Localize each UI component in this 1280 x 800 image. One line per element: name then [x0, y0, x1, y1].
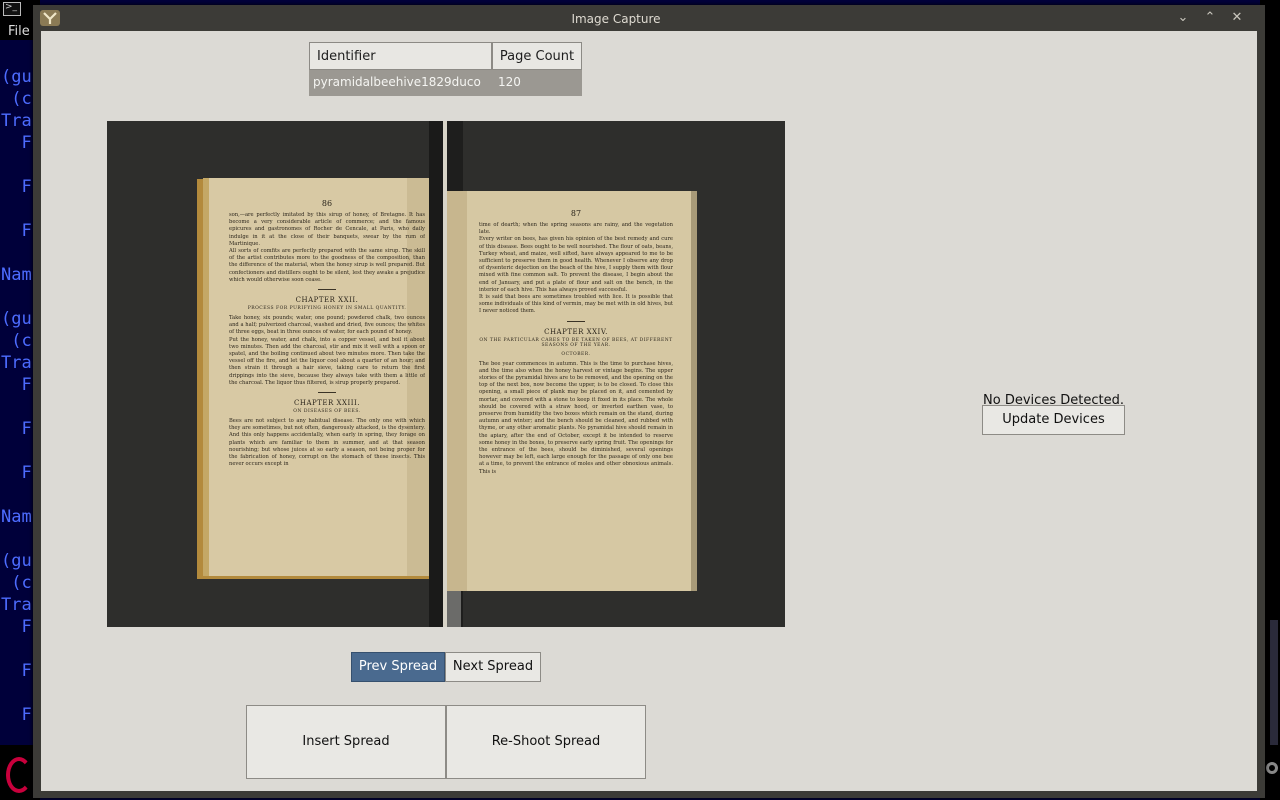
left-page-paragraph: Bees are not subject to any habitual dis…: [229, 418, 425, 468]
right-page-paragraph: The bee year commences in autumn. This i…: [479, 360, 673, 475]
left-page-paragraph: Put the honey, water, and chalk, into a …: [229, 336, 425, 386]
terminal-line: (gu: [1, 309, 32, 329]
spread-preview-image: 86 son,—are perfectly imitated by this s…: [107, 121, 785, 627]
debian-logo-icon[interactable]: [6, 757, 32, 793]
right-chapter-heading: CHAPTER XXIV.: [544, 327, 608, 336]
terminal-line: F: [1, 375, 32, 395]
image-capture-window: Image Capture ⌄ ⌃ ✕ Identifier Page Coun…: [33, 5, 1265, 798]
window-content: Identifier Page Count pyramidalbeehive18…: [41, 31, 1257, 791]
terminal-line: Nam: [1, 265, 32, 285]
right-chapter-subtitle: ON THE PARTICULAR CARES TO BE TAKEN OF B…: [479, 337, 673, 348]
terminal-line: Tra: [1, 353, 32, 373]
left-page-text: 86 son,—are perfectly imitated by this s…: [229, 199, 425, 571]
divider: [567, 320, 585, 322]
terminal-line: F: [1, 463, 32, 483]
window-titlebar[interactable]: Image Capture ⌄ ⌃ ✕: [33, 5, 1265, 31]
divider: [318, 392, 336, 394]
terminal-line: Tra: [1, 595, 32, 615]
tray-icon[interactable]: [1266, 762, 1278, 774]
insert-spread-button[interactable]: Insert Spread: [246, 705, 446, 779]
right-page-paragraph: Every writer on bees, has given his opin…: [479, 236, 673, 293]
terminal-line: F: [1, 221, 32, 241]
prev-spread-button[interactable]: Prev Spread: [351, 652, 445, 682]
right-page-number: 87: [570, 209, 582, 218]
terminal-line: F: [1, 617, 32, 637]
terminal-line: (c: [1, 573, 32, 593]
cell-identifier: pyramidalbeehive1829duco: [313, 75, 481, 89]
background-scrollbar: [1270, 620, 1278, 745]
column-header-page-count[interactable]: Page Count: [492, 42, 582, 70]
minimize-icon[interactable]: ⌄: [1173, 8, 1193, 28]
terminal-line: (gu: [1, 551, 32, 571]
window-title: Image Capture: [571, 12, 661, 26]
terminal-line: Tra: [1, 111, 32, 131]
right-season-heading: OCTOBER.: [561, 351, 591, 357]
divider: [318, 289, 336, 291]
left-chapter-heading: CHAPTER XXIII.: [294, 399, 360, 408]
spread-photo: [107, 121, 785, 627]
terminal-icon: >_: [3, 2, 21, 16]
right-page-paragraph: time of dearth; when the spring seasons …: [479, 222, 673, 236]
left-page-paragraph: Take honey, six pounds; water, one pound…: [229, 315, 425, 336]
left-page-paragraph: son,—are perfectly imitated by this siru…: [229, 212, 425, 247]
column-header-identifier[interactable]: Identifier: [309, 42, 492, 70]
terminal-line: F: [1, 419, 32, 439]
left-chapter-subtitle: PROCESS FOR PURIFYING HONEY IN SMALL QUA…: [247, 306, 407, 312]
terminal-line: (c: [1, 89, 32, 109]
terminal-line: F: [1, 705, 32, 725]
close-icon[interactable]: ✕: [1227, 8, 1247, 28]
maximize-icon[interactable]: ⌃: [1200, 8, 1220, 28]
reshoot-spread-button[interactable]: Re-Shoot Spread: [446, 705, 646, 779]
right-page-text: 87 time of dearth; when the spring seaso…: [479, 209, 673, 567]
left-page-paragraph: All sorts of comfits are perfectly prepa…: [229, 248, 425, 283]
right-page-paragraph: It is said that bees are sometimes troub…: [479, 294, 673, 315]
terminal-line: (c: [1, 331, 32, 351]
next-spread-button[interactable]: Next Spread: [445, 652, 541, 682]
terminal-line: Nam: [1, 507, 32, 527]
left-chapter-heading: CHAPTER XXII.: [295, 296, 359, 305]
table-row[interactable]: pyramidalbeehive1829duco 120: [309, 70, 582, 96]
terminal-line: F: [1, 177, 32, 197]
update-devices-button[interactable]: Update Devices: [982, 405, 1125, 435]
left-chapter-subtitle: ON DISEASES OF BEES.: [293, 409, 361, 415]
left-page-number: 86: [321, 199, 333, 208]
terminal-line: F: [1, 661, 32, 681]
terminal-file-menu[interactable]: File: [8, 24, 30, 39]
terminal-line: F: [1, 133, 32, 153]
cell-page-count: 120: [498, 75, 521, 89]
terminal-line: (gu: [1, 67, 32, 87]
